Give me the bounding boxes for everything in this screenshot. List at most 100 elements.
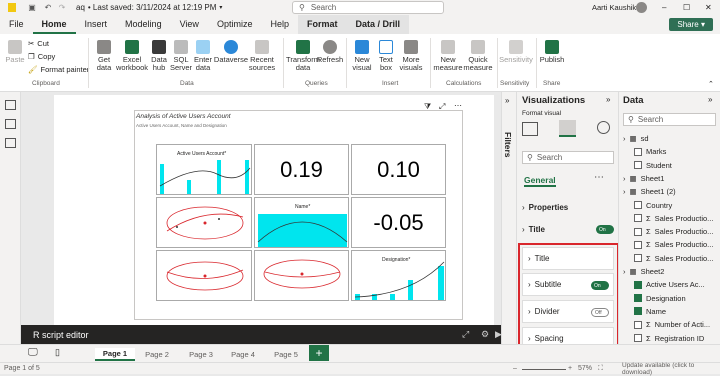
sql-button[interactable]: SQL Server: [170, 40, 192, 72]
get-data-button[interactable]: Get data: [92, 40, 116, 72]
menu-view[interactable]: View: [171, 15, 208, 34]
data-search-input[interactable]: ⚲ Search: [623, 113, 716, 126]
transform-data-button[interactable]: Transform data: [286, 40, 320, 72]
zoom-in-icon[interactable]: +: [568, 365, 572, 372]
redo-icon[interactable]: ↷: [56, 2, 68, 14]
tab-page-5[interactable]: Page 5: [266, 348, 306, 361]
datahub-button[interactable]: Data hub: [149, 40, 169, 72]
zoom-slider[interactable]: [522, 369, 566, 370]
tab-page-1[interactable]: Page 1: [95, 348, 135, 361]
format-painter-button[interactable]: 🖌 Format painter: [28, 65, 89, 74]
paste-button[interactable]: Paste: [5, 40, 25, 64]
chevron-down-icon[interactable]: ▾: [219, 4, 222, 11]
update-notice[interactable]: Update available (click to download): [622, 362, 720, 376]
zoom-out-icon[interactable]: –: [513, 365, 517, 372]
new-visual-button[interactable]: New visual: [350, 40, 374, 72]
data-table-item[interactable]: › ▦ sd: [623, 134, 649, 143]
publish-button[interactable]: Publish: [539, 40, 565, 64]
r-visual[interactable]: Analysis of Active Users Account Active …: [134, 110, 463, 320]
field-checkbox[interactable]: [634, 147, 642, 156]
undo-icon[interactable]: ↶: [42, 2, 54, 14]
field-checkbox[interactable]: [634, 240, 642, 249]
field-checkbox[interactable]: [634, 320, 642, 329]
settings-icon[interactable]: ⚙: [481, 329, 489, 340]
table-view-icon[interactable]: [5, 119, 16, 129]
r-script-editor-bar[interactable]: R script editor ⤢ ⚙ ▶: [21, 325, 502, 344]
copy-button[interactable]: ❐ Copy: [28, 52, 55, 61]
data-field-item[interactable]: Designation: [634, 294, 686, 303]
excel-button[interactable]: Excel workbook: [116, 40, 148, 72]
enter-data-button[interactable]: Enter data: [193, 40, 213, 72]
data-field-item[interactable]: Σ Sales Productio...: [634, 254, 713, 263]
data-table-item[interactable]: › ▦ Sheet2: [623, 267, 664, 276]
data-field-item[interactable]: Σ Number of Acti...: [634, 320, 710, 329]
new-measure-button[interactable]: New measure: [433, 40, 463, 72]
tab-general[interactable]: General: [524, 175, 556, 187]
menu-data-drill[interactable]: Data / Drill: [346, 15, 409, 34]
field-checkbox[interactable]: [634, 254, 642, 263]
menu-insert[interactable]: Insert: [76, 15, 117, 34]
data-field-item[interactable]: Σ Sales Productio...: [634, 214, 713, 223]
menu-home[interactable]: Home: [32, 15, 76, 34]
data-field-item[interactable]: Σ Registration ID: [634, 334, 704, 343]
field-checkbox[interactable]: [634, 214, 642, 223]
collapse-ribbon-icon[interactable]: ⌃: [708, 80, 714, 88]
data-field-item[interactable]: Σ Sales Productio...: [634, 240, 713, 249]
analytics-icon[interactable]: [597, 121, 610, 134]
save-icon[interactable]: ▣: [26, 2, 38, 14]
data-field-item[interactable]: Name: [634, 307, 666, 316]
field-checkbox[interactable]: [634, 161, 642, 170]
chevron-right-icon[interactable]: ›: [623, 174, 626, 183]
recent-sources-button[interactable]: Recent sources: [247, 40, 277, 72]
chevron-right-icon[interactable]: ›: [623, 267, 626, 276]
data-field-item[interactable]: Country: [634, 201, 672, 210]
chevron-right-icon[interactable]: ›: [623, 187, 626, 196]
close-icon[interactable]: ✕: [705, 3, 712, 12]
cut-button[interactable]: ✂ Cut: [28, 39, 49, 48]
build-visual-icon[interactable]: [522, 122, 538, 136]
filters-pane[interactable]: » Filters: [501, 92, 516, 362]
sensitivity-button[interactable]: Sensitivity: [499, 40, 533, 64]
menu-format[interactable]: Format: [297, 15, 347, 34]
format-visual-icon[interactable]: [559, 120, 576, 137]
collapse-data-icon[interactable]: »: [708, 95, 712, 104]
field-checkbox[interactable]: [634, 334, 642, 342]
menu-optimize[interactable]: Optimize: [208, 15, 262, 34]
data-table-item[interactable]: › ▦ Sheet1 (2): [623, 187, 676, 196]
collapse-viz-icon[interactable]: »: [606, 95, 610, 104]
textbox-button[interactable]: Text box: [375, 40, 397, 72]
menu-help[interactable]: Help: [261, 15, 298, 34]
menu-file[interactable]: File: [0, 15, 33, 34]
search-box[interactable]: ⚲ Search: [292, 1, 444, 14]
field-checkbox[interactable]: [634, 201, 642, 209]
menu-modeling[interactable]: Modeling: [116, 15, 171, 34]
more-options-icon[interactable]: ⋯: [454, 101, 462, 110]
more-visuals-button[interactable]: More visuals: [398, 40, 424, 72]
data-field-item[interactable]: Σ Sales Productio...: [634, 227, 713, 236]
collapse-filters-icon[interactable]: »: [505, 96, 509, 105]
data-table-item[interactable]: › ▦ Sheet1: [623, 174, 664, 183]
mobile-view-icon[interactable]: ▯: [55, 347, 60, 358]
title-toggle[interactable]: On: [596, 225, 614, 234]
data-field-item[interactable]: Active Users Ac...: [634, 280, 705, 289]
tab-page-4[interactable]: Page 4: [223, 348, 263, 361]
fit-page-icon[interactable]: ⛶: [598, 365, 603, 373]
data-field-item[interactable]: Marks: [634, 147, 666, 156]
section-properties[interactable]: › Properties: [522, 203, 614, 212]
tab-page-3[interactable]: Page 3: [181, 348, 221, 361]
share-button[interactable]: Share ▾: [669, 18, 713, 31]
chevron-right-icon[interactable]: ›: [623, 134, 626, 143]
field-checkbox[interactable]: [634, 307, 642, 316]
field-checkbox[interactable]: [634, 280, 642, 289]
refresh-button[interactable]: Refresh: [317, 40, 343, 64]
avatar[interactable]: [636, 2, 647, 13]
tab-page-2[interactable]: Page 2: [137, 348, 177, 361]
minimize-icon[interactable]: –: [662, 3, 666, 12]
field-checkbox[interactable]: [634, 227, 642, 236]
page-view-icon[interactable]: 🖵: [28, 347, 38, 358]
model-view-icon[interactable]: [5, 138, 16, 148]
add-page-button[interactable]: +: [309, 345, 329, 361]
data-field-item[interactable]: Student: [634, 161, 672, 170]
maximize-icon[interactable]: ☐: [683, 3, 690, 12]
quick-measure-button[interactable]: Quick measure: [463, 40, 493, 72]
